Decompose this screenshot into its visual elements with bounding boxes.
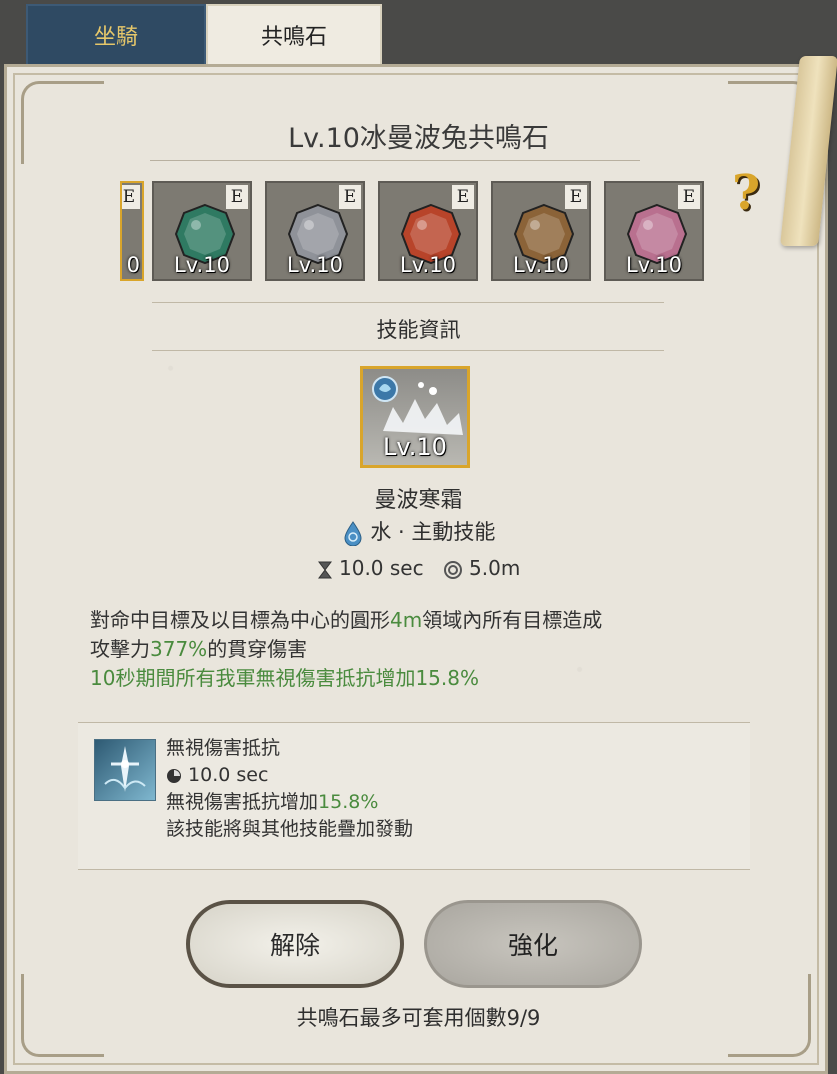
question-mark-icon[interactable]: ? [724,166,768,220]
cooldown-value: 10.0 sec [339,556,424,580]
buff-icon [94,739,156,801]
frost-splash-icon [372,376,463,435]
grade-badge: E [678,185,700,209]
grade-badge: E [565,185,587,209]
grade-badge: E [122,185,140,209]
buff-note: 該技能將與其他技能疊加發動 [166,818,414,840]
range-icon [443,560,462,579]
stone-level: Lv.10 [513,253,569,277]
water-element-icon [344,521,362,546]
duration-icon [167,768,181,783]
stone-level: Lv.10 [287,253,343,277]
stone-slot[interactable]: E Lv.10 [491,181,591,281]
skill-description: 對命中目標及以目標為中心的圓形4m領域內所有目標造成 攻擊力377%的貫穿傷害 … [90,608,603,690]
stone-slot[interactable]: E Lv.10 [604,181,704,281]
upgrade-button[interactable]: 強化 [424,900,642,988]
stone-level: Lv.10 [400,253,456,277]
divider [152,350,664,351]
skill-level: Lv.10 [383,433,447,461]
stone-slot-partial[interactable]: E 0 [120,181,144,281]
skill-type-label: 水 · 主動技能 [370,520,496,544]
stone-count-footer: 共鳴石最多可套用個數9/9 [296,1006,541,1030]
stone-level: 0 [126,253,140,277]
divider [152,302,664,303]
grade-badge: E [452,185,474,209]
stone-slot[interactable]: E Lv.10 [152,181,252,281]
page-title: Lv.10冰曼波兔共鳴石 [288,123,549,154]
stone-level: Lv.10 [174,253,230,277]
release-button[interactable]: 解除 [186,900,404,988]
range-value: 5.0m [469,556,521,580]
tab-mount[interactable]: 坐騎 [26,4,206,66]
stone-slot[interactable]: E Lv.10 [378,181,478,281]
skill-name: 曼波寒霜 [374,488,463,513]
buff-name: 無視傷害抵抗 [166,737,281,759]
grade-badge: E [339,185,361,209]
stone-slot[interactable]: E Lv.10 [265,181,365,281]
hourglass-icon [317,561,332,578]
stone-level: Lv.10 [626,253,682,277]
buff-duration: 10.0 sec [188,764,269,786]
skill-icon[interactable]: Lv.10 [360,366,470,468]
title-divider [150,160,640,161]
tab-bar: 坐騎 共鳴石 [0,0,837,66]
section-label: 技能資訊 [376,318,461,342]
grade-badge: E [226,185,248,209]
skill-stats: 10.0 sec 5.0m [0,556,837,580]
tab-resonance-stone[interactable]: 共鳴石 [206,4,382,66]
skill-type: 水 · 主動技能 [0,516,837,546]
buff-info-box: 無視傷害抵抗 10.0 sec 無視傷害抵抗增加15.8% 該技能將與其他技能疊… [78,722,750,870]
buff-text: 無視傷害抵抗 10.0 sec 無視傷害抵抗增加15.8% 該技能將與其他技能疊… [166,735,413,843]
ice-sword-icon [104,746,146,792]
